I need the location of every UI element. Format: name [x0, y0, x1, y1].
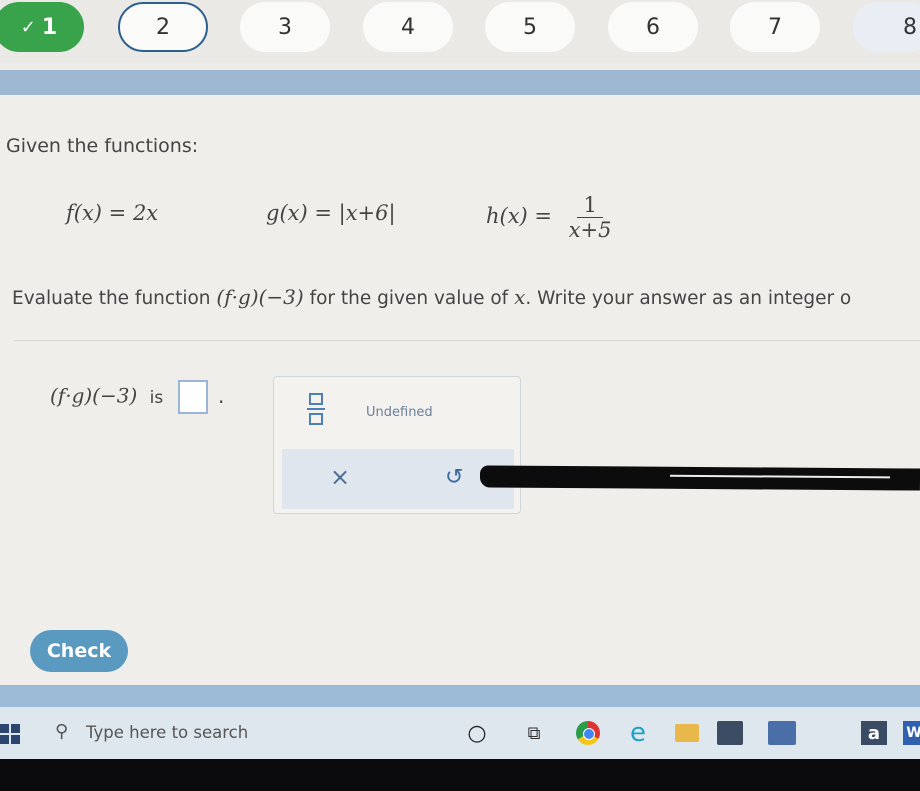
prompt-text-1: Evaluate the function	[12, 288, 211, 309]
question-intro: Given the functions:	[6, 135, 199, 157]
taskbar-search-input[interactable]: Type here to search	[86, 723, 248, 742]
question-stepper: ✓ 1 2 3 4 5 6 7 8	[0, 0, 920, 62]
answer-line: (f·g)(−3) is .	[50, 380, 224, 414]
windows-start-icon[interactable]	[0, 724, 20, 744]
edge-icon[interactable]: e	[624, 718, 652, 748]
divider	[14, 340, 920, 341]
step-label: 6	[646, 14, 660, 40]
function-h-fraction: 1 x+5	[565, 193, 616, 242]
answer-expression: (f·g)(−3)	[50, 383, 138, 408]
cortana-icon[interactable]: ○	[463, 719, 491, 747]
function-h-lhs: h(x) =	[486, 204, 553, 228]
fraction-denominator: x+5	[568, 218, 612, 242]
windows-taskbar: ⚲ Type here to search ○ ⧉ e a W	[0, 707, 920, 759]
step-label: 5	[523, 14, 537, 40]
fraction-numerator: 1	[577, 193, 603, 218]
step-1-button[interactable]: ✓ 1	[0, 2, 84, 52]
step-label: 4	[401, 14, 415, 40]
step-label: 2	[156, 14, 170, 40]
word-icon[interactable]: W	[900, 719, 920, 747]
fraction-numerator-box-icon	[309, 393, 323, 405]
microsoft-store-icon[interactable]	[716, 719, 744, 747]
question-panel: Given the functions: f(x) = 2x g(x) = |x…	[0, 95, 920, 685]
function-h: h(x) = 1 x+5	[486, 193, 616, 242]
step-2-button[interactable]: 2	[118, 2, 208, 52]
math-keypad: Undefined × ↺	[273, 376, 521, 514]
prompt-variable: x	[514, 285, 526, 309]
redaction-mark	[479, 465, 920, 491]
checkmark-icon: ✓	[20, 16, 36, 38]
search-icon: ⚲	[55, 721, 69, 742]
step-label: 1	[41, 14, 58, 40]
function-f: f(x) = 2x	[66, 201, 159, 225]
answer-period: .	[217, 383, 225, 408]
amazon-icon[interactable]: a	[860, 719, 888, 747]
file-explorer-icon[interactable]	[673, 719, 701, 747]
function-g: g(x) = |x+6|	[266, 201, 396, 225]
step-3-button[interactable]: 3	[240, 2, 330, 52]
step-4-button[interactable]: 4	[363, 2, 453, 52]
step-label: 8	[903, 14, 917, 40]
step-5-button[interactable]: 5	[485, 2, 575, 52]
task-view-icon[interactable]: ⧉	[520, 719, 548, 747]
clear-button[interactable]: ×	[330, 463, 350, 491]
footer-accent-bar	[0, 685, 920, 707]
undo-button[interactable]: ↺	[445, 465, 463, 490]
chrome-icon[interactable]	[574, 719, 602, 747]
answer-is-label: is	[149, 387, 164, 408]
undefined-button[interactable]: Undefined	[366, 405, 433, 420]
step-8-button[interactable]: 8	[853, 2, 920, 52]
prompt-text-3: . Write your answer as an integer o	[525, 288, 852, 309]
step-6-button[interactable]: 6	[608, 2, 698, 52]
answer-input[interactable]	[177, 380, 208, 414]
step-label: 3	[278, 14, 292, 40]
fraction-button[interactable]	[306, 393, 326, 431]
photos-icon[interactable]	[768, 719, 796, 747]
prompt-expression: (f·g)(−3)	[216, 285, 304, 309]
question-prompt: Evaluate the function (f·g)(−3) for the …	[12, 285, 851, 309]
step-label: 7	[768, 14, 782, 40]
fraction-bar-icon	[307, 408, 325, 410]
monitor-bezel	[0, 759, 920, 791]
fraction-denominator-box-icon	[309, 413, 323, 425]
check-button[interactable]: Check	[30, 630, 128, 672]
header-accent-bar	[0, 70, 920, 95]
step-7-button[interactable]: 7	[730, 2, 820, 52]
prompt-text-2: for the given value of	[309, 288, 509, 309]
